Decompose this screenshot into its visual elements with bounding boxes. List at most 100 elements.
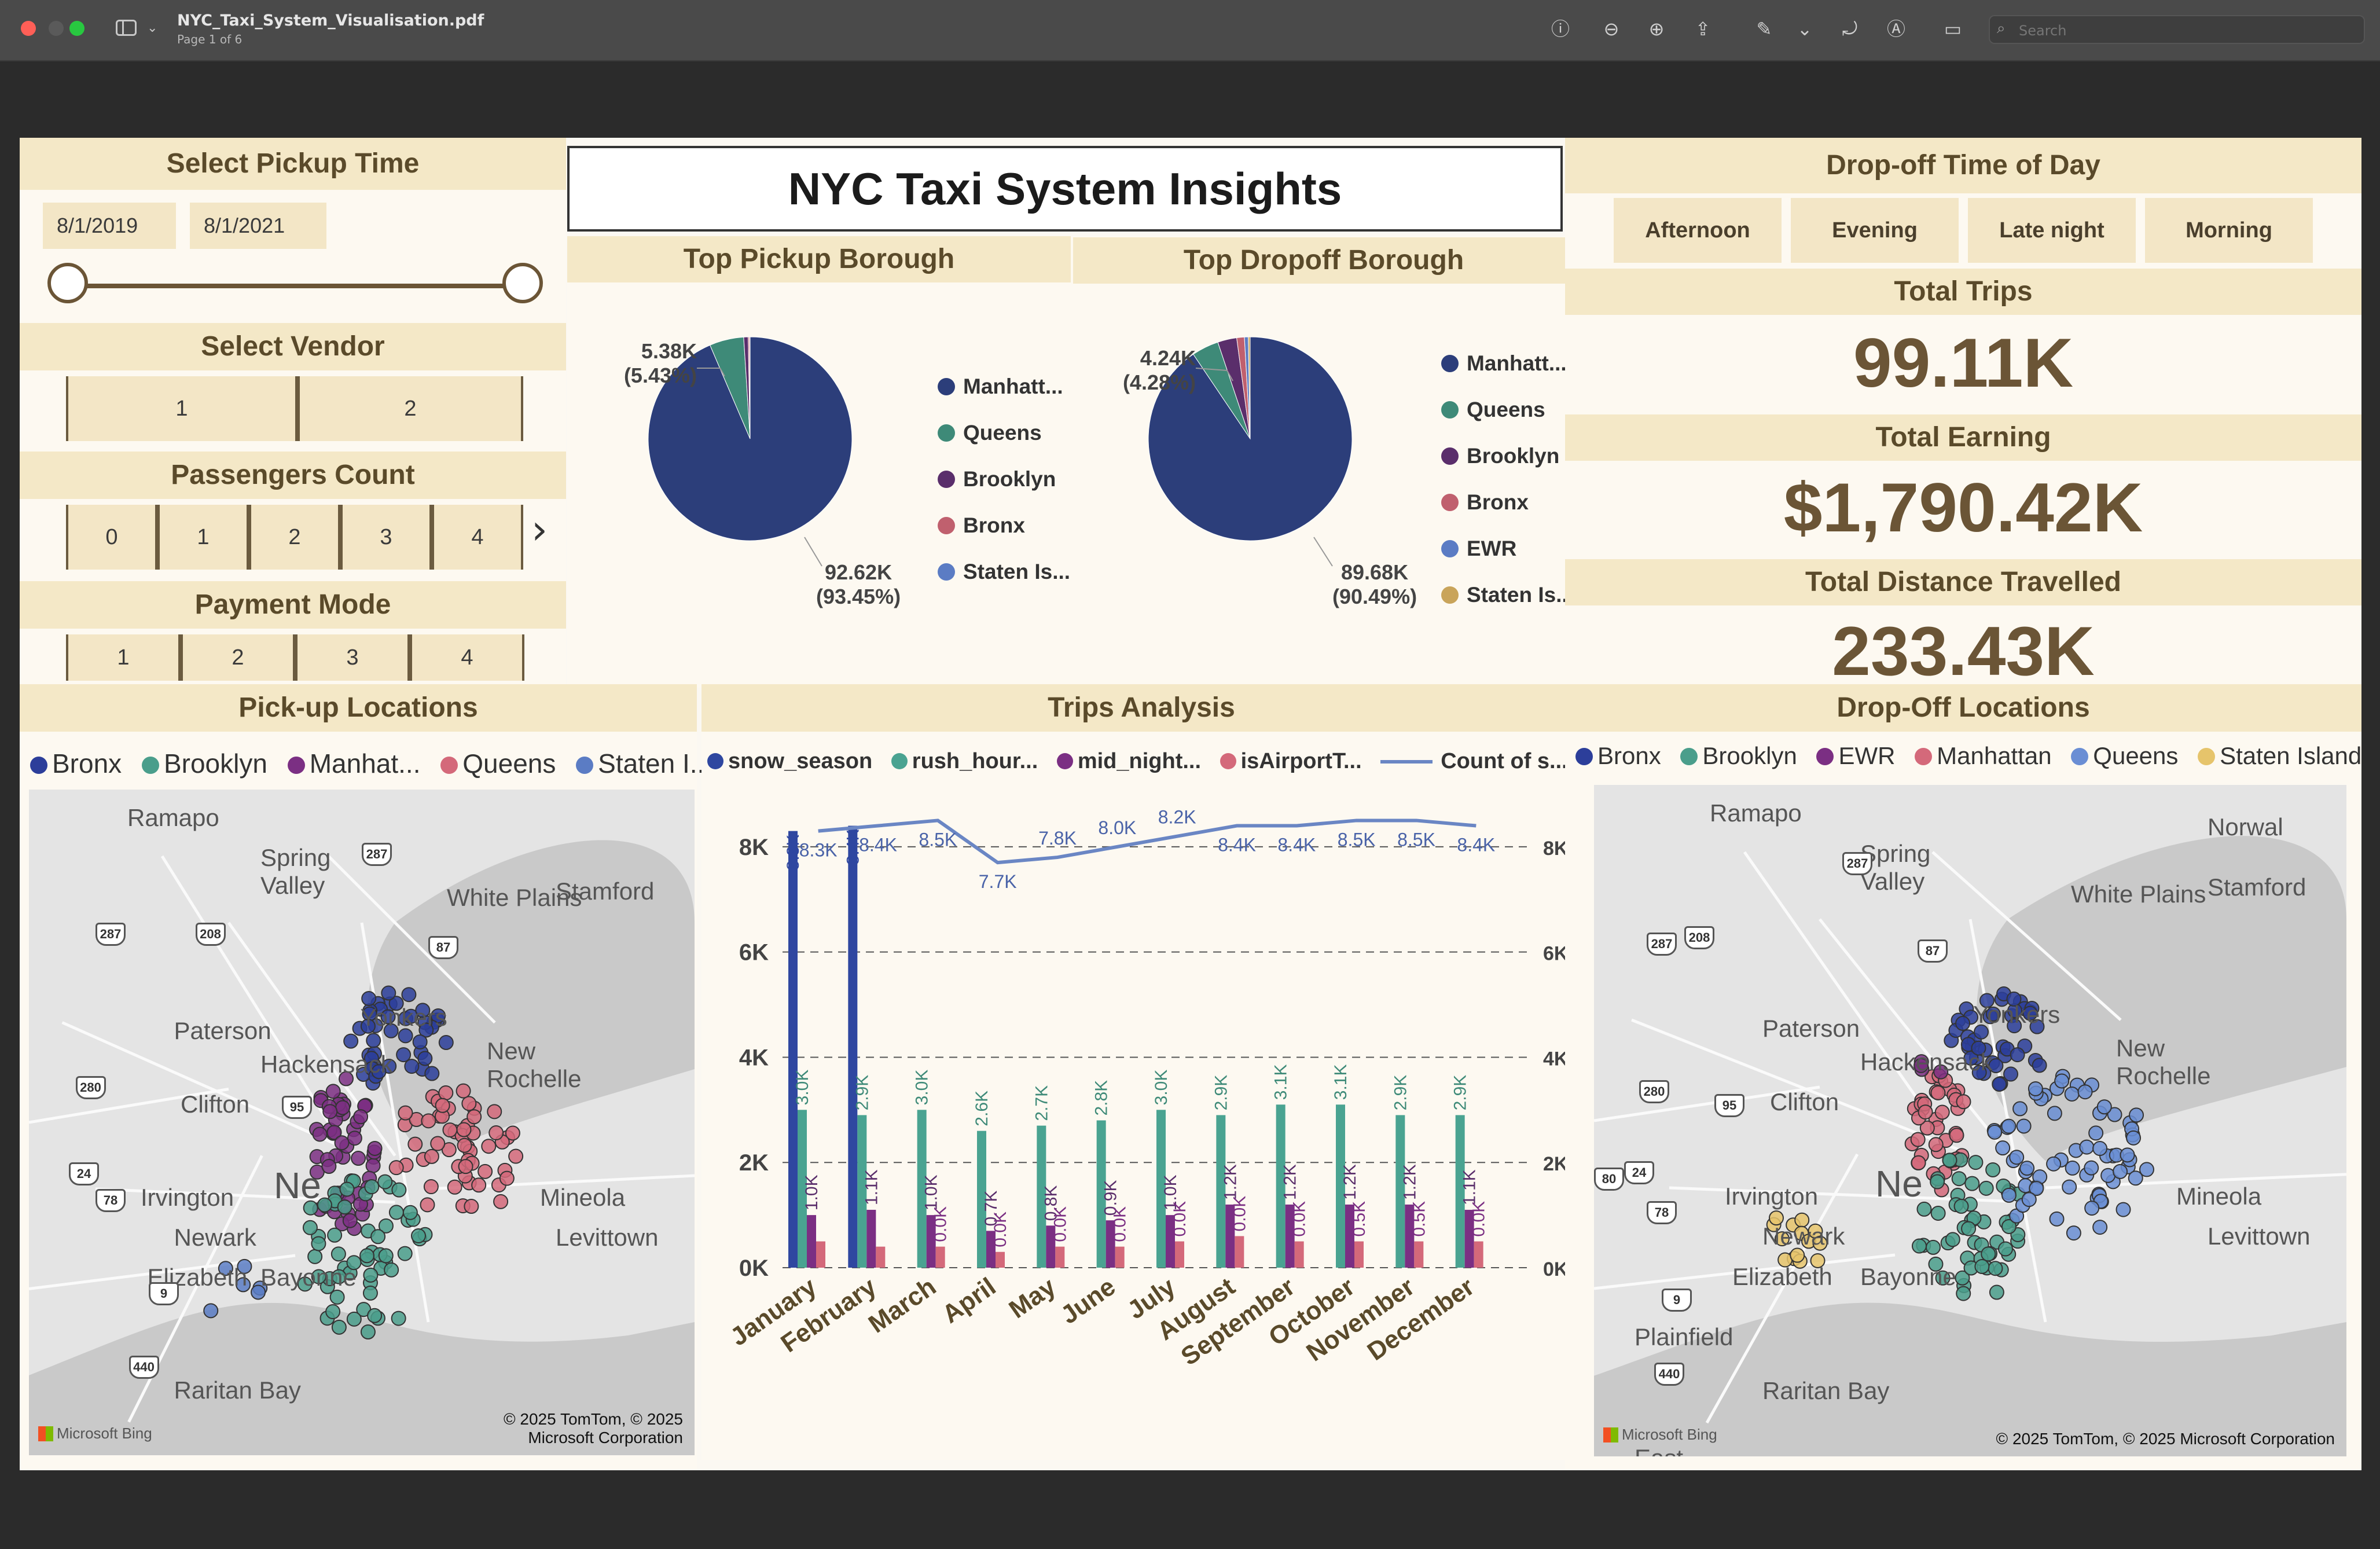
map-point[interactable]	[381, 985, 396, 1001]
minimize-window-button[interactable]	[49, 21, 64, 36]
zoom-out-icon[interactable]: ⊖	[1600, 17, 1623, 41]
map-point[interactable]	[2021, 1192, 2037, 1207]
map-point[interactable]	[2062, 1179, 2077, 1195]
passengers-option-2[interactable]: 2	[249, 505, 340, 570]
map-point[interactable]	[325, 1084, 341, 1099]
map-point[interactable]	[311, 1236, 326, 1251]
map-point[interactable]	[342, 1213, 358, 1228]
map-point[interactable]	[360, 1324, 376, 1340]
payment-option-2[interactable]: 2	[181, 634, 295, 681]
bar-snow_season[interactable]	[848, 825, 858, 1268]
map-point[interactable]	[2065, 1160, 2080, 1176]
map-point[interactable]	[2126, 1130, 2142, 1146]
highlight-icon[interactable]: Ⓐ	[1885, 17, 1908, 41]
map-point[interactable]	[2113, 1163, 2128, 1179]
map-point[interactable]	[2001, 1187, 2017, 1203]
map-point[interactable]	[343, 1033, 359, 1049]
map-point[interactable]	[407, 1136, 423, 1152]
map-point[interactable]	[321, 1158, 337, 1174]
map-point[interactable]	[2079, 1139, 2095, 1155]
map-point[interactable]	[402, 1205, 418, 1220]
map-point[interactable]	[508, 1148, 524, 1164]
map-point[interactable]	[339, 1181, 355, 1197]
map-point[interactable]	[430, 1136, 446, 1151]
passengers-option-0[interactable]: 0	[66, 505, 157, 570]
map-point[interactable]	[461, 1096, 477, 1111]
map-point[interactable]	[1968, 1155, 1984, 1170]
rotate-icon[interactable]: ⤾	[1838, 17, 1861, 41]
map-point[interactable]	[457, 1137, 472, 1153]
map-point[interactable]	[438, 1085, 454, 1101]
bar-mid_night[interactable]	[807, 1215, 816, 1268]
map-point[interactable]	[458, 1159, 473, 1174]
map-point[interactable]	[335, 1100, 351, 1115]
map-point[interactable]	[334, 1135, 350, 1151]
map-point[interactable]	[424, 1148, 439, 1164]
passengers-option-4[interactable]: 4	[432, 505, 523, 570]
map-point[interactable]	[499, 1170, 515, 1186]
map-point[interactable]	[421, 1113, 436, 1129]
map-point[interactable]	[1930, 1205, 1946, 1221]
map-point[interactable]	[2092, 1220, 2108, 1235]
map-point[interactable]	[347, 1130, 362, 1146]
map-point[interactable]	[456, 1083, 471, 1099]
bar-isAirportT[interactable]	[876, 1246, 886, 1268]
map-point[interactable]	[203, 1303, 219, 1319]
bar-isAirportT[interactable]	[1115, 1246, 1125, 1268]
dropoff-map[interactable]: Ramapo Spring Valley White Plains Stamford N…	[1594, 785, 2346, 1456]
map-point[interactable]	[481, 1139, 497, 1154]
map-point[interactable]	[367, 1140, 383, 1156]
bar-isAirportT[interactable]	[1235, 1236, 1244, 1268]
map-point[interactable]	[1928, 1137, 1944, 1152]
map-point[interactable]	[377, 1174, 393, 1190]
bar-isAirportT[interactable]	[816, 1241, 825, 1268]
line-count-of-s[interactable]	[818, 818, 1477, 865]
map-point[interactable]	[384, 1262, 399, 1278]
map-point[interactable]	[2049, 1211, 2065, 1227]
vendor-option-2[interactable]: 2	[298, 376, 523, 441]
map-point[interactable]	[331, 1319, 347, 1335]
map-point[interactable]	[1951, 1171, 1967, 1187]
map-point[interactable]	[367, 1308, 383, 1323]
map-point[interactable]	[2092, 1141, 2108, 1157]
map-point[interactable]	[1985, 1162, 2001, 1177]
map-point[interactable]	[1988, 1261, 2003, 1276]
map-point[interactable]	[391, 1311, 406, 1326]
markup-pen-icon[interactable]: ✎	[1753, 17, 1776, 41]
map-point[interactable]	[359, 1248, 375, 1264]
map-point[interactable]	[388, 1160, 404, 1176]
map-point[interactable]	[487, 1104, 502, 1119]
map-point[interactable]	[442, 1122, 458, 1138]
map-point[interactable]	[2003, 1066, 2019, 1082]
chevron-down-icon[interactable]: ⌄	[147, 21, 157, 35]
passengers-option-1[interactable]: 1	[157, 505, 249, 570]
map-point[interactable]	[420, 1197, 435, 1213]
map-point[interactable]	[2096, 1099, 2112, 1115]
map-point[interactable]	[325, 1304, 341, 1320]
map-point[interactable]	[346, 1311, 362, 1327]
map-point[interactable]	[1956, 1094, 1971, 1110]
map-point[interactable]	[1949, 1128, 1964, 1143]
map-point[interactable]	[423, 1179, 439, 1195]
bar-isAirportT[interactable]	[935, 1246, 945, 1268]
map-point[interactable]	[1926, 1239, 1941, 1255]
map-point[interactable]	[388, 1205, 404, 1220]
map-point[interactable]	[1930, 1174, 1945, 1190]
map-point[interactable]	[1995, 1140, 2011, 1156]
map-point[interactable]	[370, 1229, 386, 1245]
map-point[interactable]	[1987, 1124, 2003, 1140]
map-point[interactable]	[456, 1122, 472, 1137]
map-point[interactable]	[2001, 1118, 2017, 1134]
map-point[interactable]	[1934, 1104, 1950, 1120]
vendor-option-1[interactable]: 1	[66, 376, 298, 441]
map-point[interactable]	[2010, 1047, 2025, 1063]
map-point[interactable]	[2054, 1073, 2070, 1089]
map-point[interactable]	[2084, 1201, 2100, 1216]
bar-snow_season[interactable]	[788, 831, 798, 1268]
map-point[interactable]	[2139, 1162, 2154, 1177]
map-point[interactable]	[2115, 1202, 2131, 1217]
chevron-right-icon[interactable]: ›	[531, 506, 548, 553]
bar-isAirportT[interactable]	[1294, 1241, 1304, 1268]
tod-morning-button[interactable]: Morning	[2145, 198, 2313, 263]
map-point[interactable]	[1911, 1238, 1927, 1254]
